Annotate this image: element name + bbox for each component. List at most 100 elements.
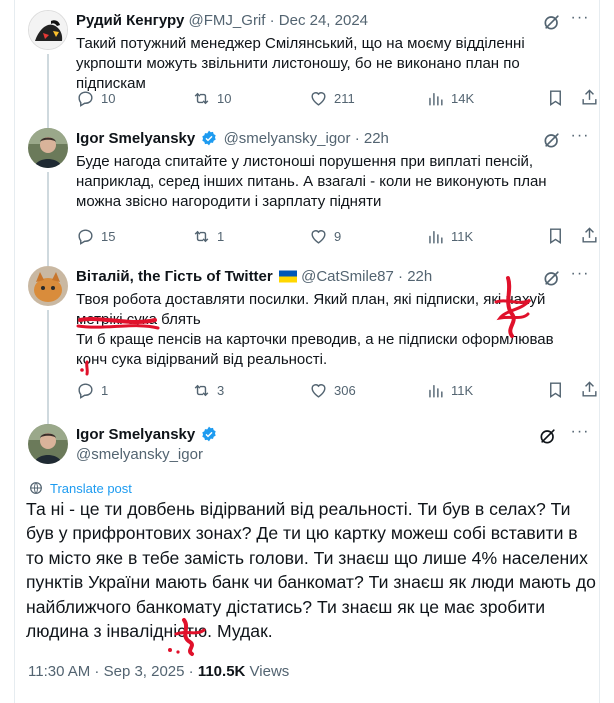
handle[interactable]: @CatSmile87 [301, 268, 394, 285]
repost-count: 10 [217, 90, 232, 106]
tweet-3[interactable]: Віталій, the Гість of Twitter @CatSmile8… [14, 256, 600, 414]
views-icon [429, 384, 443, 398]
timestamp[interactable]: 22h [407, 268, 432, 285]
tweet-text: Буде нагода спитайте у листоноші порушен… [76, 153, 547, 210]
verified-badge-icon [202, 130, 217, 146]
display-name[interactable]: Igor Smelyansky [76, 130, 195, 147]
repost-count: 3 [217, 382, 225, 398]
grok-icon[interactable] [542, 130, 562, 150]
repost-button[interactable]: 10 [192, 88, 231, 108]
repost-button[interactable]: 1 [192, 226, 224, 246]
action-bar: 1 3 306 11K [76, 380, 597, 400]
like-count: 9 [334, 228, 342, 244]
views-count: 11K [451, 382, 474, 398]
views-button[interactable]: 11K [426, 380, 473, 400]
repost-button[interactable]: 3 [192, 380, 224, 400]
avatar[interactable] [28, 128, 68, 168]
tweet-paragraph: Ти б краще пенсів на карточки преводив, … [76, 331, 554, 368]
separator-dot: · [398, 268, 404, 285]
views-button[interactable]: 14K [426, 88, 474, 108]
heart-icon [311, 229, 326, 244]
views-label: Views [245, 663, 290, 680]
reply-button[interactable]: 10 [76, 88, 115, 108]
repost-icon [194, 230, 209, 242]
like-button[interactable]: 211 [309, 88, 355, 108]
tweet-header: Віталій, the Гість of Twitter @CatSmile8… [76, 267, 540, 287]
tweet-header: Рудий Кенгуру @FMJ_Grif · Dec 24, 2024 [76, 11, 540, 31]
handle[interactable]: @smelyansky_igor [224, 130, 351, 147]
bookmark-icon[interactable] [546, 88, 565, 107]
views-count: 11K [451, 228, 474, 244]
views-button[interactable]: 11K [426, 226, 473, 246]
more-options-icon[interactable]: ··· [570, 424, 590, 446]
display-name[interactable]: Віталій, the Гість of Twitter [76, 268, 273, 285]
reply-count: 10 [101, 90, 116, 106]
reply-count: 15 [101, 228, 116, 244]
reply-icon [78, 228, 93, 245]
reply-button[interactable]: 15 [76, 226, 115, 246]
more-options-icon[interactable]: ··· [570, 266, 590, 288]
globe-icon [30, 482, 42, 494]
thread-line [47, 54, 49, 118]
separator-dot: · [354, 130, 360, 147]
tweet-header: Igor Smelyansky [76, 425, 540, 445]
tweet-paragraph: Твоя робота доставляти посилки. Який пла… [76, 291, 546, 328]
repost-count: 1 [217, 228, 225, 244]
display-name[interactable]: Рудий Кенгуру [76, 12, 184, 29]
thread-line [47, 414, 49, 424]
separator-dot: · [269, 12, 275, 29]
grok-icon[interactable] [542, 268, 562, 288]
handle[interactable]: @FMJ_Grif [189, 12, 266, 29]
post-time[interactable]: 11:30 AM · Sep 3, 2025 · [28, 663, 198, 680]
avatar-image [28, 424, 68, 464]
action-bar: 10 10 211 14K [76, 88, 597, 108]
grok-icon[interactable] [538, 426, 558, 446]
tweet-1[interactable]: Рудий Кенгуру @FMJ_Grif · Dec 24, 2024 ·… [14, 0, 600, 118]
share-icon[interactable] [580, 226, 599, 245]
views-icon [429, 230, 443, 244]
views-count: 14K [451, 90, 475, 106]
heart-icon [311, 383, 326, 398]
timestamp[interactable]: Dec 24, 2024 [279, 12, 368, 29]
avatar[interactable] [28, 424, 68, 464]
handle[interactable]: @smelyansky_igor [76, 446, 203, 463]
tweet-text: Такий потужний менеджер Смілянський, що … [76, 35, 525, 92]
reply-icon [78, 382, 93, 399]
like-count: 306 [334, 382, 356, 398]
avatar[interactable] [28, 10, 68, 50]
ukraine-flag-icon [278, 270, 297, 283]
translate-post-link[interactable]: Translate post [28, 480, 132, 496]
avatar-image [28, 128, 68, 168]
tweet-header: Igor Smelyansky @smelyansky_igor · 22h [76, 129, 540, 149]
view-count: 110.5K [197, 663, 246, 680]
repost-icon [194, 92, 209, 104]
more-options-icon[interactable]: ··· [570, 128, 590, 150]
share-icon[interactable] [580, 88, 599, 107]
thread-line [47, 256, 49, 266]
display-name[interactable]: Igor Smelyansky [76, 426, 195, 443]
share-icon[interactable] [580, 380, 599, 399]
reply-button[interactable]: 1 [76, 380, 108, 400]
repost-icon [194, 384, 209, 396]
like-button[interactable]: 9 [309, 226, 341, 246]
bookmark-icon[interactable] [546, 380, 565, 399]
tweet-handle-row: @smelyansky_igor [76, 445, 540, 465]
avatar-image [28, 266, 68, 306]
timestamp[interactable]: 22h [364, 130, 389, 147]
like-count: 211 [334, 90, 355, 106]
thread-line [47, 118, 49, 128]
like-button[interactable]: 306 [309, 380, 356, 400]
main-tweet-text: Та ні - це ти довбень відірваний від реа… [26, 499, 596, 642]
tweet-2[interactable]: Igor Smelyansky @smelyansky_igor · 22h ·… [14, 118, 600, 256]
thread-line [47, 172, 49, 256]
bookmark-icon[interactable] [546, 226, 565, 245]
reply-icon [78, 90, 93, 107]
verified-badge-icon [202, 426, 217, 442]
views-icon [429, 92, 443, 106]
grok-icon[interactable] [542, 12, 562, 32]
thread-line [47, 310, 49, 414]
post-metadata: 11:30 AM · Sep 3, 2025 · 110.5K Views [28, 663, 289, 680]
translate-label[interactable]: Translate post [50, 481, 132, 496]
avatar[interactable] [28, 266, 68, 306]
more-options-icon[interactable]: ··· [570, 10, 590, 32]
